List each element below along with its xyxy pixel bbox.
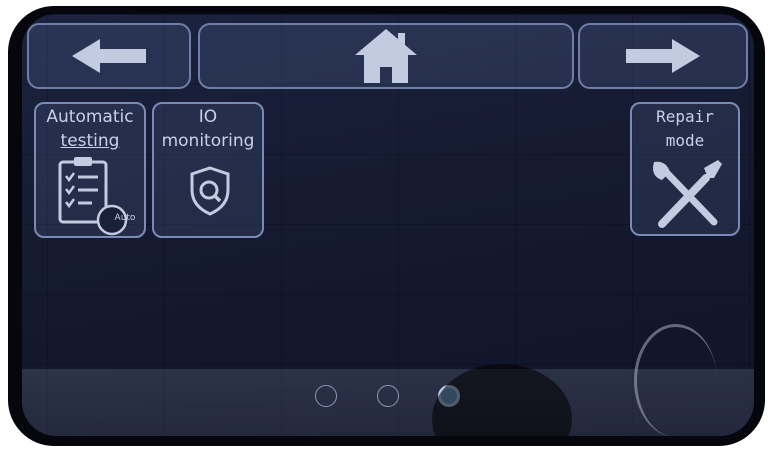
arrow-right-icon xyxy=(626,39,700,73)
tile-label-line1: Repair xyxy=(656,107,714,126)
home-icon xyxy=(355,29,417,83)
io-monitoring-tile[interactable]: IO monitoring xyxy=(152,102,264,238)
clipboard-checklist-icon xyxy=(58,157,128,236)
tile-label-line2: testing xyxy=(60,131,120,151)
repair-mode-tile[interactable]: Repair mode xyxy=(630,102,740,236)
arrow-left-icon xyxy=(72,39,146,73)
home-button[interactable] xyxy=(198,23,574,89)
touch-screen: Automatic testing Auto IO monitoring Rep… xyxy=(22,14,754,436)
tile-label-line1: Automatic xyxy=(46,107,134,127)
tile-label-line1: IO xyxy=(198,107,218,127)
shield-search-icon xyxy=(190,166,230,216)
automatic-testing-tile[interactable]: Automatic testing Auto xyxy=(34,102,146,238)
forward-button[interactable] xyxy=(578,23,748,89)
tile-label-line2: monitoring xyxy=(161,131,255,151)
tile-label-line2: mode xyxy=(665,131,705,150)
screen-reflection-arc xyxy=(634,324,717,436)
auto-badge: Auto xyxy=(114,213,136,223)
page-dot-1[interactable] xyxy=(315,385,337,407)
wrench-screwdriver-icon xyxy=(653,160,722,228)
page-dot-2[interactable] xyxy=(377,385,399,407)
device-bezel: Automatic testing Auto IO monitoring Rep… xyxy=(8,6,765,446)
back-button[interactable] xyxy=(27,23,191,89)
